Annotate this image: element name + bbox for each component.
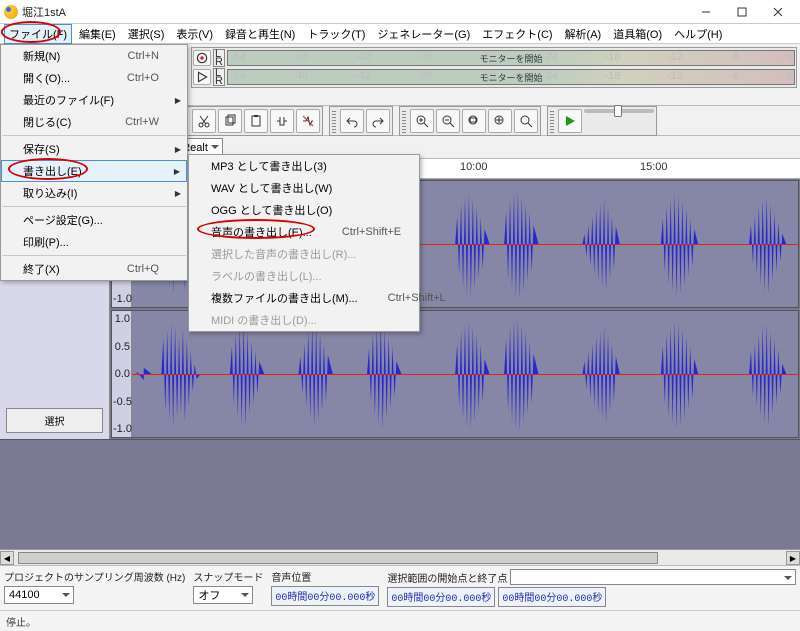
file-menu-new[interactable]: 新規(N)Ctrl+N [1,45,187,67]
menu-generate[interactable]: ジェネレーター(G) [372,24,475,44]
file-menu-print[interactable]: 印刷(P)... [1,231,187,253]
file-menu-exit[interactable]: 終了(X)Ctrl+Q [1,258,187,280]
file-menu-import[interactable]: 取り込み(I) [1,182,187,204]
recording-meter[interactable]: -54-48-42-36-30-24-18-12-60 モニターを開始 [227,50,795,66]
undo-group [329,106,393,136]
export-selection[interactable]: 選択した音声の書き出し(R)... [189,243,419,265]
file-menu-close[interactable]: 閉じる(C)Ctrl+W [1,111,187,133]
play-speed-slider[interactable] [584,109,654,113]
file-menu-dropdown: 新規(N)Ctrl+N 開く(O)...Ctrl+O 最近のファイル(F) 閉じ… [0,44,188,281]
export-labels[interactable]: ラベルの書き出し(L)... [189,265,419,287]
edit-group [181,106,323,136]
file-menu-page-setup[interactable]: ページ設定(G)... [1,209,187,231]
timeline-mark: 15:00 [640,161,668,173]
grip-icon[interactable] [550,109,554,133]
menubar: ファイル(F) 編集(E) 選択(S) 表示(V) 録音と再生(N) トラック(… [0,24,800,44]
export-submenu-dropdown: MP3 として書き出し(3) WAV として書き出し(W) OGG として書き出… [188,154,420,332]
menu-analyze[interactable]: 解析(A) [560,24,607,44]
track-select-button[interactable]: 選択 [6,408,103,433]
redo-button[interactable] [366,109,390,133]
window-title: 堀江1stA [22,4,688,20]
scroll-left-button[interactable]: ◀ [0,551,14,565]
selection-toolbar: プロジェクトのサンプリング周波数 (Hz) 44100 スナップモード オフ 音… [0,565,800,610]
audio-position-field: 音声位置 00時間00分00.000秒 [271,569,379,606]
cut-button[interactable] [192,109,216,133]
grip-icon[interactable] [332,109,336,133]
menu-help[interactable]: ヘルプ(H) [669,24,727,44]
file-menu-save[interactable]: 保存(S) [1,138,187,160]
selection-end-value[interactable]: 00時間00分00.000秒 [498,587,606,607]
fit-project-button[interactable] [488,109,512,133]
menu-effect[interactable]: エフェクト(C) [477,24,557,44]
close-button[interactable] [760,2,796,22]
export-ogg[interactable]: OGG として書き出し(O) [189,199,419,221]
rec-meter-hint: モニターを開始 [228,51,794,65]
status-bar: 停止。 [0,610,800,631]
trim-button[interactable] [270,109,294,133]
file-menu-recent[interactable]: 最近のファイル(F) [1,89,187,111]
selection-mode-select[interactable] [510,569,796,585]
audio-position-value[interactable]: 00時間00分00.000秒 [271,586,379,606]
zoom-out-button[interactable] [436,109,460,133]
project-rate-field: プロジェクトのサンプリング周波数 (Hz) 44100 [4,569,185,604]
amplitude-ruler: 1.00.50.0-0.5-1.0 [112,311,132,437]
paste-button[interactable] [244,109,268,133]
lr-label-play: LR [213,68,225,86]
menu-edit[interactable]: 編集(E) [74,24,121,44]
zoom-group [399,106,541,136]
rec-meter-icon[interactable] [193,50,211,66]
maximize-button[interactable] [724,2,760,22]
project-rate-select[interactable]: 44100 [4,586,74,604]
undo-button[interactable] [340,109,364,133]
snap-field: スナップモード オフ [193,569,263,604]
timeline-mark: 10:00 [460,161,488,173]
selection-bounds-field: 選択範囲の開始点と終了点 00時間00分00.000秒 00時間00分00.00… [387,569,796,607]
menu-transport[interactable]: 録音と再生(N) [220,24,300,44]
scroll-right-button[interactable]: ▶ [786,551,800,565]
selection-start-value[interactable]: 00時間00分00.000秒 [387,587,495,607]
fit-selection-button[interactable] [462,109,486,133]
scroll-thumb[interactable] [18,552,658,564]
menu-view[interactable]: 表示(V) [171,24,218,44]
export-wav[interactable]: WAV として書き出し(W) [189,177,419,199]
empty-tracks-area[interactable] [0,439,800,549]
play-at-speed-button[interactable] [558,109,582,133]
play-meter-hint: モニターを開始 [228,70,794,84]
zoom-toggle-button[interactable] [514,109,538,133]
menu-file[interactable]: ファイル(F) [4,24,72,44]
meters-group: LR -54-48-42-36-30-24-18-12-60 モニターを開始 L… [191,47,797,88]
menu-tracks[interactable]: トラック(T) [302,24,370,44]
app-icon [4,5,18,19]
silence-button[interactable] [296,109,320,133]
lr-label: LR [213,49,225,67]
export-mp3[interactable]: MP3 として書き出し(3) [189,155,419,177]
zoom-in-button[interactable] [410,109,434,133]
export-multiple[interactable]: 複数ファイルの書き出し(M)...Ctrl+Shift+L [189,287,419,309]
window-buttons [688,2,796,22]
export-audio[interactable]: 音声の書き出し(E)...Ctrl+Shift+E [189,221,419,243]
play-meter-icon[interactable] [193,69,211,85]
file-menu-export[interactable]: 書き出し(E) [1,160,187,182]
grip-icon[interactable] [402,109,406,133]
copy-button[interactable] [218,109,242,133]
snap-select[interactable]: オフ [193,586,253,604]
playback-meter[interactable]: -54-48-42-36-30-24-18-12-60 モニターを開始 [227,69,795,85]
play-at-speed-group [547,106,657,136]
export-midi[interactable]: MIDI の書き出し(D)... [189,309,419,331]
titlebar: 堀江1stA [0,0,800,24]
file-menu-open[interactable]: 開く(O)...Ctrl+O [1,67,187,89]
menu-tools[interactable]: 道具箱(O) [608,24,667,44]
minimize-button[interactable] [688,2,724,22]
horizontal-scrollbar[interactable]: ◀ ▶ [0,549,800,565]
menu-select[interactable]: 選択(S) [123,24,170,44]
